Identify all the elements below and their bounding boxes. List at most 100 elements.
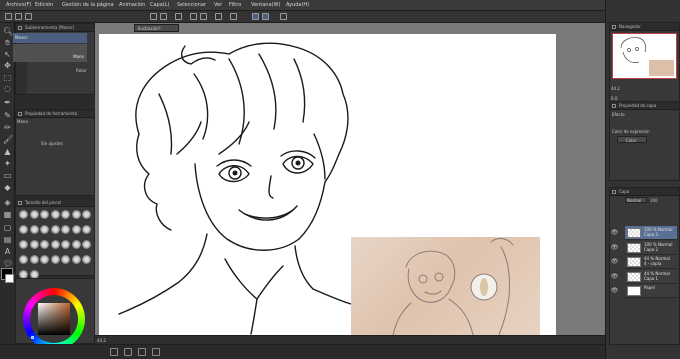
blend-tool-icon[interactable]: ◆ bbox=[3, 183, 12, 192]
hand-tool-icon[interactable]: ✋︎ bbox=[3, 38, 12, 47]
fill-tool-icon[interactable]: ◈ bbox=[3, 198, 12, 207]
brush-size-preset[interactable] bbox=[82, 240, 91, 249]
layer-row[interactable]: 44 % Normal 4 - copia bbox=[625, 255, 677, 269]
layer-row[interactable]: Papel bbox=[625, 284, 677, 298]
brush-size-preset[interactable] bbox=[29, 240, 39, 249]
brush-size-preset[interactable] bbox=[61, 240, 70, 249]
brush-size-preset[interactable] bbox=[29, 225, 39, 234]
menu-edicion[interactable]: Edición bbox=[35, 2, 53, 8]
saturation-value-square[interactable] bbox=[38, 303, 70, 335]
navigator-zoom-value[interactable]: 44.2 bbox=[611, 86, 620, 91]
brush-size-preset[interactable] bbox=[50, 255, 60, 264]
menu-gestion-pagina[interactable]: Gestión de la página bbox=[62, 2, 114, 8]
undo-icon[interactable] bbox=[150, 13, 157, 20]
menu-ayuda[interactable]: Ayuda(H) bbox=[286, 2, 309, 8]
decoration-tool-icon[interactable]: ✦ bbox=[3, 159, 12, 168]
brush-size-preset[interactable] bbox=[61, 255, 70, 264]
brush-size-preset[interactable] bbox=[29, 210, 39, 219]
brush-size-preset[interactable] bbox=[71, 210, 81, 219]
layer-opacity-value[interactable]: 100 bbox=[650, 198, 658, 203]
layer-row[interactable]: 100 % Normal Capa 2 bbox=[625, 240, 677, 255]
save-icon[interactable] bbox=[25, 13, 32, 20]
clear-icon[interactable] bbox=[175, 13, 182, 20]
eyedropper-tool-icon[interactable]: ✒ bbox=[3, 98, 12, 107]
brush-size-preset[interactable] bbox=[50, 240, 60, 249]
balloon-tool-icon[interactable]: 💬︎ bbox=[3, 259, 13, 268]
canvas-tab[interactable]: Ilustración* bbox=[134, 24, 179, 32]
brush-size-preset[interactable] bbox=[50, 225, 60, 234]
sub-color-swatch[interactable] bbox=[5, 274, 14, 283]
layer-visibility-eye-icon[interactable]: 👁︎ bbox=[610, 243, 619, 252]
lasso-tool-icon[interactable]: ◌ bbox=[3, 84, 12, 93]
text-tool-icon[interactable]: A bbox=[3, 247, 12, 256]
snap-special-ruler-icon[interactable] bbox=[262, 13, 269, 20]
invert-selection-icon[interactable] bbox=[215, 13, 222, 20]
gradient-tool-icon[interactable]: ▦ bbox=[3, 210, 12, 219]
navigator-preview[interactable] bbox=[612, 33, 677, 79]
layer-property-icon bbox=[612, 104, 616, 108]
layer-visibility-eye-icon[interactable]: 👁︎ bbox=[610, 286, 619, 295]
view-icon-2[interactable] bbox=[124, 348, 132, 356]
brush-size-preset[interactable] bbox=[40, 210, 49, 219]
brush-size-preset[interactable] bbox=[61, 225, 70, 234]
menu-seleccionar[interactable]: Seleccionar bbox=[177, 2, 206, 8]
pencil-tool-icon[interactable]: ✏ bbox=[3, 123, 12, 132]
redo-icon[interactable] bbox=[160, 13, 167, 20]
figure-tool-icon[interactable]: ▢ bbox=[3, 223, 12, 232]
menu-ventana[interactable]: Ventana(W) bbox=[251, 2, 280, 8]
brush-size-preset[interactable] bbox=[40, 240, 49, 249]
subtool-item-mano[interactable]: Mano bbox=[13, 44, 87, 62]
subtool-item-mover[interactable]: Mover bbox=[13, 33, 87, 43]
layer-visibility-eye-icon[interactable]: 👁︎ bbox=[610, 272, 619, 281]
brush-size-preset[interactable] bbox=[40, 225, 49, 234]
brush-size-preset[interactable] bbox=[29, 255, 39, 264]
snap-ruler-icon[interactable] bbox=[252, 13, 259, 20]
blend-mode-select[interactable]: Normal bbox=[625, 197, 647, 203]
brush-size-preset[interactable] bbox=[82, 225, 91, 234]
layer-row[interactable]: 44 % Normal Capa 1 bbox=[625, 269, 677, 284]
open-file-icon[interactable] bbox=[15, 13, 22, 20]
menu-filtro[interactable]: Filtro bbox=[229, 2, 241, 8]
brush-size-preset[interactable] bbox=[19, 240, 28, 249]
selection-tool-icon[interactable]: ⬚ bbox=[3, 73, 12, 82]
subtool-item-rotar[interactable]: Rotar bbox=[76, 68, 87, 73]
canvas-zoom-value[interactable]: 44.2 bbox=[97, 338, 106, 343]
zoom-tool-icon[interactable]: 🔍︎ bbox=[3, 27, 13, 36]
snap-icon[interactable] bbox=[230, 13, 237, 20]
view-icon-3[interactable] bbox=[138, 348, 146, 356]
airbrush-tool-icon[interactable]: ▲ bbox=[3, 147, 12, 156]
brush-size-preset[interactable] bbox=[82, 210, 91, 219]
brush-size-preset[interactable] bbox=[71, 225, 81, 234]
move-layer-tool-icon[interactable]: ✥ bbox=[3, 61, 12, 70]
operation-tool-icon[interactable]: ↖ bbox=[3, 50, 12, 59]
view-icon-1[interactable] bbox=[110, 348, 118, 356]
pen-tool-icon[interactable]: ✎ bbox=[3, 111, 12, 120]
menu-capa[interactable]: Capa(L) bbox=[150, 2, 169, 8]
brush-size-preset[interactable] bbox=[50, 210, 60, 219]
layer-row[interactable]: 100 % Normal Capa 3 bbox=[625, 226, 677, 240]
layer-visibility-eye-icon[interactable]: 👁︎ bbox=[610, 257, 619, 266]
brush-size-preset[interactable] bbox=[71, 240, 81, 249]
brush-size-preset[interactable] bbox=[82, 255, 91, 264]
new-file-icon[interactable] bbox=[5, 13, 12, 20]
menu-archivo[interactable]: Archivo(F) bbox=[6, 2, 31, 8]
menu-ver[interactable]: Ver bbox=[214, 2, 222, 8]
view-icon-4[interactable] bbox=[152, 348, 160, 356]
transform-icon[interactable] bbox=[190, 13, 197, 20]
brush-size-preset[interactable] bbox=[71, 255, 81, 264]
expression-color-select[interactable]: Color bbox=[617, 136, 647, 143]
deselect-icon[interactable] bbox=[200, 13, 207, 20]
menu-animacion[interactable]: Animación bbox=[119, 2, 145, 8]
color-picker-handle[interactable] bbox=[31, 336, 34, 339]
brush-size-preset[interactable] bbox=[19, 255, 28, 264]
brush-size-preset[interactable] bbox=[61, 210, 70, 219]
grid-icon[interactable] bbox=[280, 13, 287, 20]
layer-visibility-eye-icon[interactable]: 👁︎ bbox=[610, 228, 619, 237]
brush-size-preset[interactable] bbox=[19, 210, 28, 219]
eraser-tool-icon[interactable]: ▭ bbox=[3, 171, 12, 180]
brush-size-preset[interactable] bbox=[40, 255, 49, 264]
frame-tool-icon[interactable]: ▤ bbox=[3, 235, 12, 244]
brush-size-preset[interactable] bbox=[19, 225, 28, 234]
brush-tool-icon[interactable]: 🖌︎ bbox=[3, 135, 13, 144]
layer-blend-info: 100 % Normal bbox=[644, 241, 673, 247]
